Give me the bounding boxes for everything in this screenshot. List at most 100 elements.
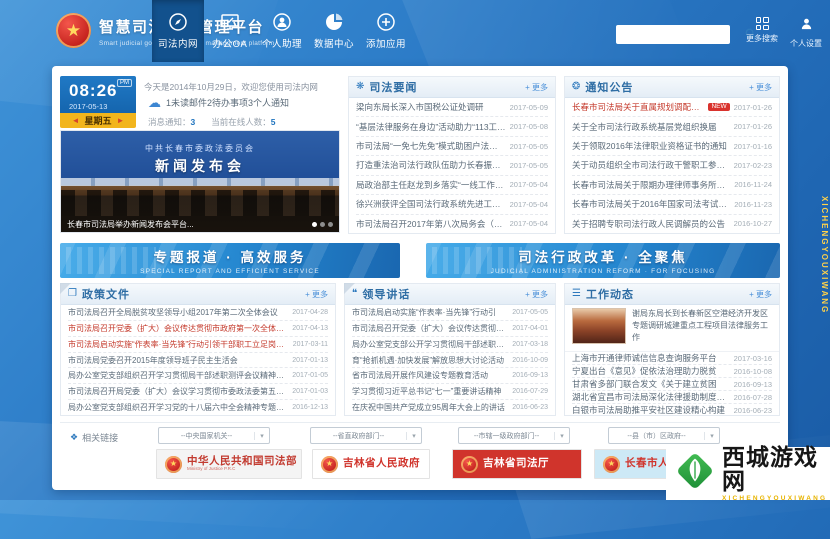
policy-list: 市司法局召开全局脱贫攻坚领导小组2017年第二次全体会议 2017-04-28 … (61, 305, 335, 415)
nav-item-add-app[interactable]: 添加应用 (360, 0, 412, 62)
item-title: 市司法局召开党委（扩大）会议传达贯彻市政府第一次全体会议精神 (68, 323, 288, 334)
more-link[interactable]: + 更多 (749, 82, 772, 93)
chevron-down-icon: ▾ (406, 432, 421, 440)
main-nav: 司法内网 办公OA 个人助理 数据中心 添加应用 (152, 0, 412, 62)
list-item[interactable]: 关于动员组织全市司法行政干警职工参加国家 2017-02-23 (572, 156, 772, 175)
chevron-down-icon: ▾ (254, 432, 269, 440)
list-item[interactable]: 白银市司法局助推平安社区建设精心构建 2016-06-23 (572, 404, 772, 416)
next-arrow[interactable]: ► (112, 116, 130, 125)
more-link[interactable]: + 更多 (525, 289, 548, 300)
list-item[interactable]: 市司法局召开2017年第八次局务会（扩大） 2017-05-04 (356, 215, 548, 233)
list-item[interactable]: 打造重法治司法行政队伍助力长春振兴发展 2017-05-05 (356, 156, 548, 175)
item-date: 2017-02-23 (734, 161, 772, 170)
item-date: 2017-01-16 (734, 142, 772, 151)
panel-title: 通知公告 (585, 79, 633, 95)
list-item[interactable]: 甘肃省多部门联合发文《关于建立贫困 2016-09-13 (572, 378, 772, 391)
personal-settings-button[interactable]: 个人设置 (784, 17, 828, 49)
panel-title: 司法要闻 (369, 79, 417, 95)
list-item[interactable]: 在庆祝中国共产党成立95周年大会上的讲话 2016-06-23 (352, 400, 548, 415)
nav-item-data-center[interactable]: 数据中心 (308, 0, 360, 62)
emblem-icon: ★ (461, 456, 478, 473)
item-date: 2017-05-04 (510, 180, 548, 189)
list-item[interactable]: 市司法局召开局党委（扩大）会议学习贯彻市委政法委第五次会 2017-01-03 (68, 384, 328, 400)
list-item[interactable]: 育“抢抓机遇·加快发展”解放思想大讨论活动 2016-10-09 (352, 353, 548, 369)
item-date: 2017-05-04 (510, 200, 548, 209)
todo-summary: ☁ 1未读邮件2待办事项3个人通知 (148, 96, 289, 109)
list-item[interactable]: 局办公室党支部组织召开学习贯彻局干部述职测评会议精神专题会议 2017-01-0… (68, 368, 328, 384)
link-select[interactable]: --中央国家机关-- ▾ (158, 427, 270, 444)
panel-leader-speeches: ❝ 领导讲话 + 更多 市司法局启动实施“作表率·当先锋”行动引 2017-05… (344, 283, 556, 416)
list-item[interactable]: 关于全市司法行政系统基层党组织换届 2017-01-26 (572, 117, 772, 136)
app-header: ★ 智慧司法政务管理平台 Smart judicial government a… (0, 0, 830, 62)
list-item[interactable]: 省市司法局开展作风建设专题教育活动 2016-09-13 (352, 368, 548, 384)
watermark-site-name: 西城游戏网 (722, 445, 830, 493)
item-title: 局政治部主任赵龙到乡落实“一线工作日” (356, 179, 506, 191)
item-title: 关于动员组织全市司法行政干警职工参加国家 (572, 159, 730, 171)
list-item[interactable]: 局办公室党支部公开学习贯彻局干部述职测评 2017-03-18 (352, 337, 548, 353)
list-item[interactable]: 局办公室党支部组织召开学习党的十八届六中全会精神专题会议 2016-12-13 (68, 400, 328, 415)
list-item[interactable]: “基层法律服务在身边”活动助力“113工程” 2017-05-08 (356, 117, 548, 136)
list-item[interactable]: 局政治部主任赵龙到乡落实“一线工作日” 2017-05-04 (356, 176, 548, 195)
emblem-icon: ★ (603, 456, 620, 473)
list-item[interactable]: 上海市开通律师诚信信息查询服务平台 2017-03-16 (572, 352, 772, 365)
panel-title: 工作动态 (586, 286, 634, 302)
more-search-button[interactable]: 更多搜索 (740, 17, 784, 44)
item-title: 长春市司法局关于直属规划调配布告 (572, 101, 704, 113)
link-select[interactable]: --市辖一级政府部门-- ▾ (458, 427, 570, 444)
list-item[interactable]: 宁夏出台《意见》促依法治理助力脱贫 2016-10-08 (572, 365, 772, 378)
cloud-icon: ☁ (148, 96, 161, 109)
banner-special-report[interactable]: 专题报道 · 高效服务 SPECIAL REPORT AND EFFICIENT… (60, 243, 400, 278)
plus-circle-icon (376, 12, 396, 32)
list-item[interactable]: 梁向东局长深入市国税公证处调研 2017-05-09 (356, 98, 548, 117)
banner-title: 司法行政改革 · 全聚焦 (518, 246, 688, 266)
more-link[interactable]: + 更多 (525, 82, 548, 93)
work-featured-item[interactable]: 谢局东局长到长春新区空港经济开发区专题调研城建重点工程项目法律服务工作 (565, 305, 779, 352)
list-item[interactable]: 关于领取2016年法律职业资格证书的通知 2017-01-16 (572, 137, 772, 156)
item-date: 2017-01-26 (734, 122, 772, 131)
panel-judicial-news: ❋ 司法要闻 + 更多 梁向东局长深入市国税公证处调研 2017-05-09 “… (348, 76, 556, 234)
list-item[interactable]: 市司法局召开党委（扩大）会议传达贯彻市政府第一次全体会议精神 2017-04-1… (68, 321, 328, 337)
link-select[interactable]: --省直政府部门-- ▾ (310, 427, 422, 444)
list-item[interactable]: 市司法局启动实施“作表率·当先锋”行动引领干部职工立足岗位做贡献 2017-03… (68, 337, 328, 353)
list-item[interactable]: 市司法局召开党委（扩大）会议传达贯彻市政 2017-04-01 (352, 321, 548, 337)
list-item[interactable]: 关于招聘专职司法行政人民调解员的公告 2016-10-27 (572, 215, 772, 233)
item-date: 2017-05-05 (510, 161, 548, 170)
list-item[interactable]: 徐兴洲获评全国司法行政系统先进工作者称号 2017-05-04 (356, 195, 548, 214)
panel-header: ❝ 领导讲话 + 更多 (345, 284, 555, 305)
list-item[interactable]: 市司法局“一免七先免”模式助困户法律援助 2017-05-05 (356, 137, 548, 156)
panel-notices: ❂ 通知公告 + 更多 长春市司法局关于直属规划调配布告 NEW 2017-01… (564, 76, 780, 234)
clock-widget: 08:26 PM 2017-05-13 (60, 76, 136, 113)
carousel-dots[interactable] (312, 222, 333, 227)
status-counts: 消息通知：3 当前在线人数：5 (148, 116, 276, 128)
item-title: 梁向东局长深入市国税公证处调研 (356, 101, 506, 113)
item-title: 关于全市司法行政系统基层党组织换届 (572, 121, 730, 133)
more-link[interactable]: + 更多 (749, 289, 772, 300)
nav-item-office-oa[interactable]: 办公OA (204, 0, 256, 62)
list-item[interactable]: 学习贯彻习近平总书记“七一”重要讲话精神 2016-07-29 (352, 384, 548, 400)
link-select[interactable]: --县（市）区政府-- ▾ (608, 427, 720, 444)
list-item[interactable]: 湖北省宜昌市司法局深化法律援助制度改革 2016-07-28 (572, 391, 772, 404)
list-item[interactable]: 市司法局党委召开2015年度领导班子民主生活会 2017-01-13 (68, 353, 328, 369)
news-carousel[interactable]: 中共长春市委政法委员会 新闻发布会 长春市司法局举办新闻发布会平台... (60, 130, 340, 233)
item-title: 局办公室党支部组织召开学习党的十八届六中全会精神专题会议 (68, 402, 288, 413)
list-item[interactable]: 长春市司法局关于2016年国家司法考试法律职 2016-11-23 (572, 195, 772, 214)
list-item[interactable]: 市司法局召开全局脱贫攻坚领导小组2017年第二次全体会议 2017-04-28 (68, 305, 328, 321)
partner-logo[interactable]: ★ 中华人民共和国司法部 Ministry of Justice P.R.C (156, 449, 302, 479)
list-item[interactable]: 长春市司法局关于限期办理律师事务所年检验 2016-11-24 (572, 176, 772, 195)
nav-item-intranet[interactable]: 司法内网 (152, 0, 204, 62)
search-input[interactable] (616, 27, 741, 42)
item-title: 关于招聘专职司法行政人民调解员的公告 (572, 218, 730, 230)
banner-judicial-reform[interactable]: 司法行政改革 · 全聚焦 JUDICIAL ADMINISTRATION REF… (426, 243, 780, 278)
todo-text[interactable]: 1未读邮件2待办事项3个人通知 (166, 96, 289, 109)
list-item[interactable]: 长春市司法局关于直属规划调配布告 NEW 2017-01-26 (572, 98, 772, 117)
item-title: 白银市司法局助推平安社区建设精心构建 (572, 404, 730, 416)
partner-logo[interactable]: ★ 吉林省司法厅 (452, 449, 582, 479)
item-title: 市司法局党委召开2015年度领导班子民主生活会 (68, 355, 288, 366)
list-item[interactable]: 市司法局启动实施“作表率·当先锋”行动引 2017-05-05 (352, 305, 548, 321)
featured-text: 谢局东局长到长春新区空港经济开发区专题调研城建重点工程项目法律服务工作 (632, 308, 772, 348)
prev-arrow[interactable]: ◄ (67, 116, 85, 125)
more-link[interactable]: + 更多 (305, 289, 328, 300)
item-title: 徐兴洲获评全国司法行政系统先进工作者称号 (356, 198, 506, 210)
partner-logo[interactable]: ★ 吉林省人民政府 (312, 449, 430, 479)
nav-item-personal-assistant[interactable]: 个人助理 (256, 0, 308, 62)
